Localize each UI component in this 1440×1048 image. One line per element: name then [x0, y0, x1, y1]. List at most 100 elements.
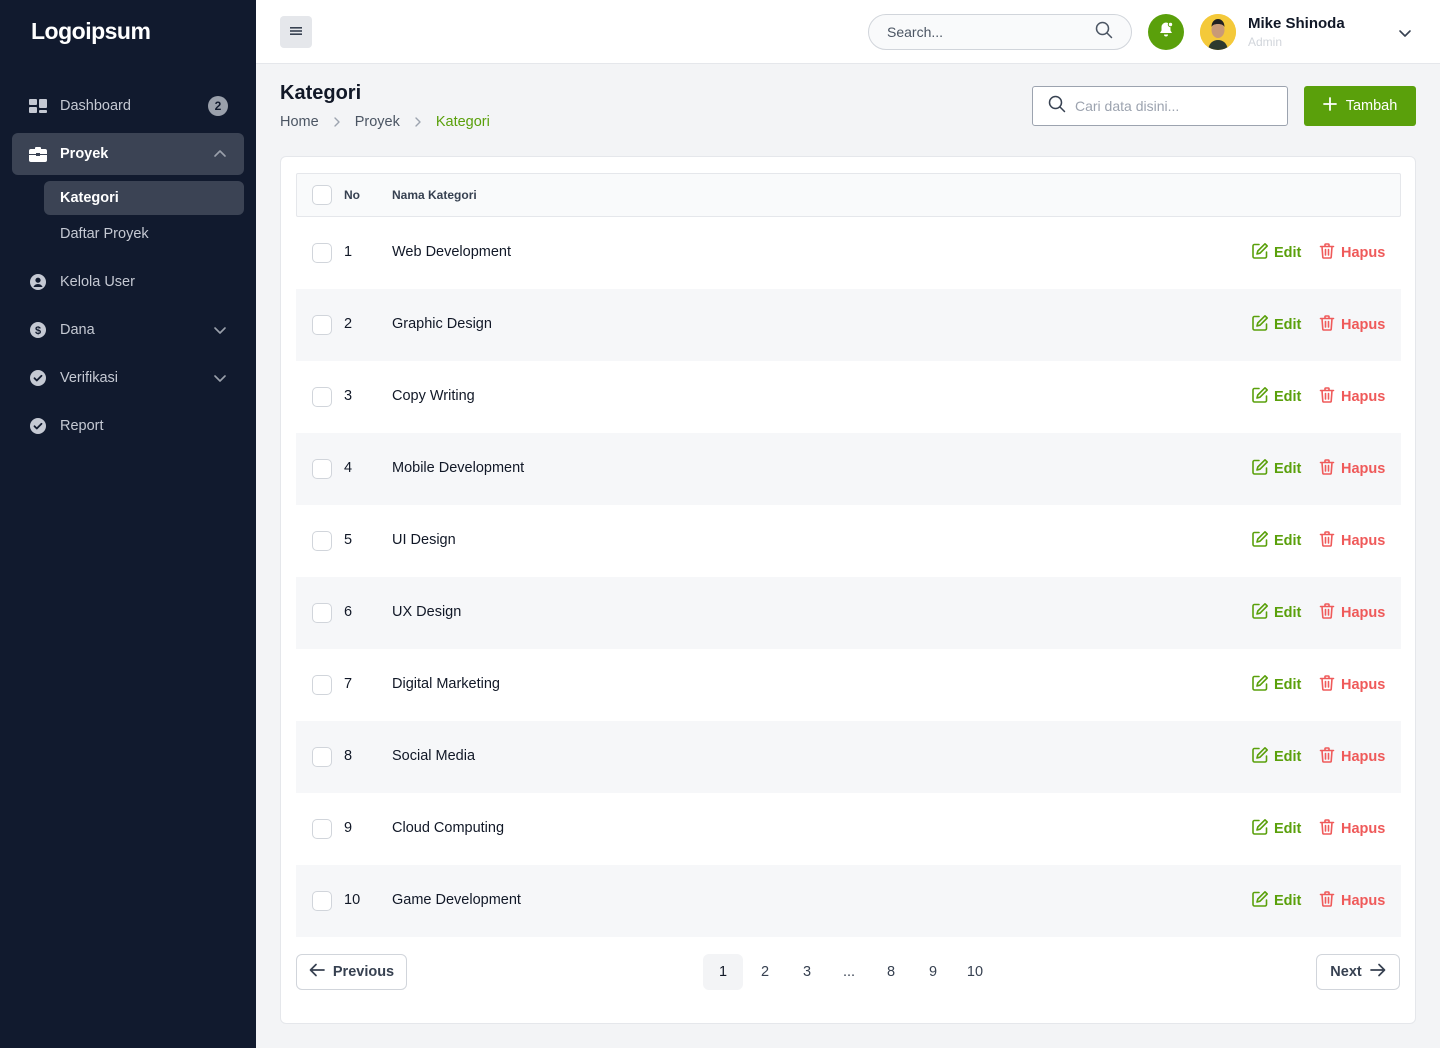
page-number-button[interactable]: 8	[871, 954, 911, 990]
chevron-up-icon	[213, 147, 227, 165]
row-checkbox[interactable]	[312, 315, 332, 335]
edit-icon	[1251, 458, 1274, 480]
page-ellipsis: ...	[842, 964, 856, 980]
category-name: Mobile Development	[392, 460, 525, 476]
data-search	[1032, 86, 1288, 126]
edit-button[interactable]: Edit	[1251, 314, 1301, 336]
delete-button[interactable]: Hapus	[1318, 530, 1385, 552]
row-checkbox[interactable]	[312, 891, 332, 911]
category-name: Web Development	[392, 244, 512, 260]
row-checkbox[interactable]	[312, 459, 332, 479]
delete-label: Hapus	[1341, 677, 1386, 693]
previous-page-button[interactable]: Previous	[296, 954, 407, 990]
delete-button[interactable]: Hapus	[1318, 386, 1385, 408]
plus-icon	[1322, 97, 1346, 115]
edit-button[interactable]: Edit	[1251, 890, 1301, 912]
sidebar-subitem-daftar-proyek[interactable]: Daftar Proyek	[44, 217, 244, 251]
row-checkbox[interactable]	[312, 243, 332, 263]
row-number: 9	[344, 820, 353, 836]
edit-button[interactable]: Edit	[1251, 530, 1301, 552]
breadcrumb-proyek[interactable]: Proyek	[355, 114, 400, 130]
row-checkbox[interactable]	[312, 675, 332, 695]
trash-icon	[1318, 458, 1341, 480]
page-number-button[interactable]: 10	[955, 954, 995, 990]
breadcrumb-home[interactable]: Home	[280, 114, 319, 130]
avatar[interactable]	[1200, 14, 1236, 50]
row-checkbox[interactable]	[312, 819, 332, 839]
data-search-input[interactable]	[1075, 98, 1287, 114]
logo-text: Logoipsum	[31, 18, 151, 44]
table-row: 6 UX Design Edit Hapus	[296, 577, 1401, 649]
edit-button[interactable]: Edit	[1251, 386, 1301, 408]
edit-button[interactable]: Edit	[1251, 242, 1301, 264]
row-checkbox[interactable]	[312, 747, 332, 767]
global-search-input[interactable]	[887, 24, 1095, 40]
select-all-checkbox[interactable]	[312, 185, 332, 205]
sidebar-item-verifikasi[interactable]: Verifikasi	[12, 357, 244, 399]
delete-button[interactable]: Hapus	[1318, 746, 1385, 768]
notification-button[interactable]	[1148, 14, 1184, 50]
add-button[interactable]: Tambah	[1304, 86, 1416, 126]
global-search	[868, 14, 1132, 50]
edit-button[interactable]: Edit	[1251, 674, 1301, 696]
sidebar-item-label: Report	[60, 418, 104, 434]
check-circle-icon	[29, 369, 47, 387]
page-number-button[interactable]: 9	[913, 954, 953, 990]
edit-label: Edit	[1274, 461, 1302, 477]
edit-icon	[1251, 530, 1274, 552]
sidebar: Logoipsum Dashboard 2 Proyek Kategori Da…	[0, 0, 256, 1048]
sidebar-item-label: Dana	[60, 322, 95, 338]
edit-icon	[1251, 746, 1274, 768]
delete-button[interactable]: Hapus	[1318, 458, 1385, 480]
user-circle-icon	[29, 273, 47, 291]
category-name: Graphic Design	[392, 316, 492, 332]
sidebar-item-dashboard[interactable]: Dashboard 2	[12, 85, 244, 127]
row-checkbox[interactable]	[312, 603, 332, 623]
delete-button[interactable]: Hapus	[1318, 242, 1385, 264]
page-number-button[interactable]: 1	[703, 954, 743, 990]
topbar: Mike Shinoda Admin	[256, 0, 1440, 64]
delete-button[interactable]: Hapus	[1318, 818, 1385, 840]
arrow-left-icon	[309, 963, 333, 981]
edit-icon	[1251, 818, 1274, 840]
sidebar-subitem-kategori[interactable]: Kategori	[44, 181, 244, 215]
edit-button[interactable]: Edit	[1251, 818, 1301, 840]
column-header-nama-kategori: Nama Kategori	[392, 188, 477, 202]
page-number-button[interactable]: 3	[787, 954, 827, 990]
sidebar-item-kelola-user[interactable]: Kelola User	[12, 261, 244, 303]
table-row: 8 Social Media Edit Hapus	[296, 721, 1401, 793]
edit-icon	[1251, 890, 1274, 912]
trash-icon	[1318, 314, 1341, 336]
logo[interactable]: Logoipsum	[31, 18, 151, 45]
edit-label: Edit	[1274, 389, 1302, 405]
chevron-down-icon[interactable]	[1398, 26, 1412, 45]
delete-button[interactable]: Hapus	[1318, 674, 1385, 696]
sidebar-item-dana[interactable]: $ Dana	[12, 309, 244, 351]
row-checkbox[interactable]	[312, 387, 332, 407]
sidebar-item-proyek[interactable]: Proyek	[12, 133, 244, 175]
user-name: Mike Shinoda	[1248, 15, 1345, 32]
delete-button[interactable]: Hapus	[1318, 314, 1385, 336]
add-button-label: Tambah	[1345, 98, 1398, 114]
next-page-button[interactable]: Next	[1316, 954, 1400, 990]
trash-icon	[1318, 890, 1341, 912]
sidebar-item-report[interactable]: Report	[12, 405, 244, 447]
edit-button[interactable]: Edit	[1251, 602, 1301, 624]
search-icon	[1048, 95, 1066, 118]
delete-button[interactable]: Hapus	[1318, 890, 1385, 912]
row-checkbox[interactable]	[312, 531, 332, 551]
trash-icon	[1318, 674, 1341, 696]
delete-button[interactable]: Hapus	[1318, 602, 1385, 624]
menu-toggle-button[interactable]	[280, 16, 312, 48]
category-table-card: No Nama Kategori 1 Web Development Edit Hap…	[280, 156, 1416, 1024]
page-number-button[interactable]: 2	[745, 954, 785, 990]
edit-label: Edit	[1274, 317, 1302, 333]
edit-button[interactable]: Edit	[1251, 458, 1301, 480]
svg-text:$: $	[35, 325, 41, 337]
category-name: Digital Marketing	[392, 676, 500, 692]
search-icon[interactable]	[1095, 21, 1113, 44]
table-row: 3 Copy Writing Edit Hapus	[296, 361, 1401, 433]
edit-button[interactable]: Edit	[1251, 746, 1301, 768]
edit-icon	[1251, 314, 1274, 336]
table-header: No Nama Kategori	[296, 173, 1401, 217]
